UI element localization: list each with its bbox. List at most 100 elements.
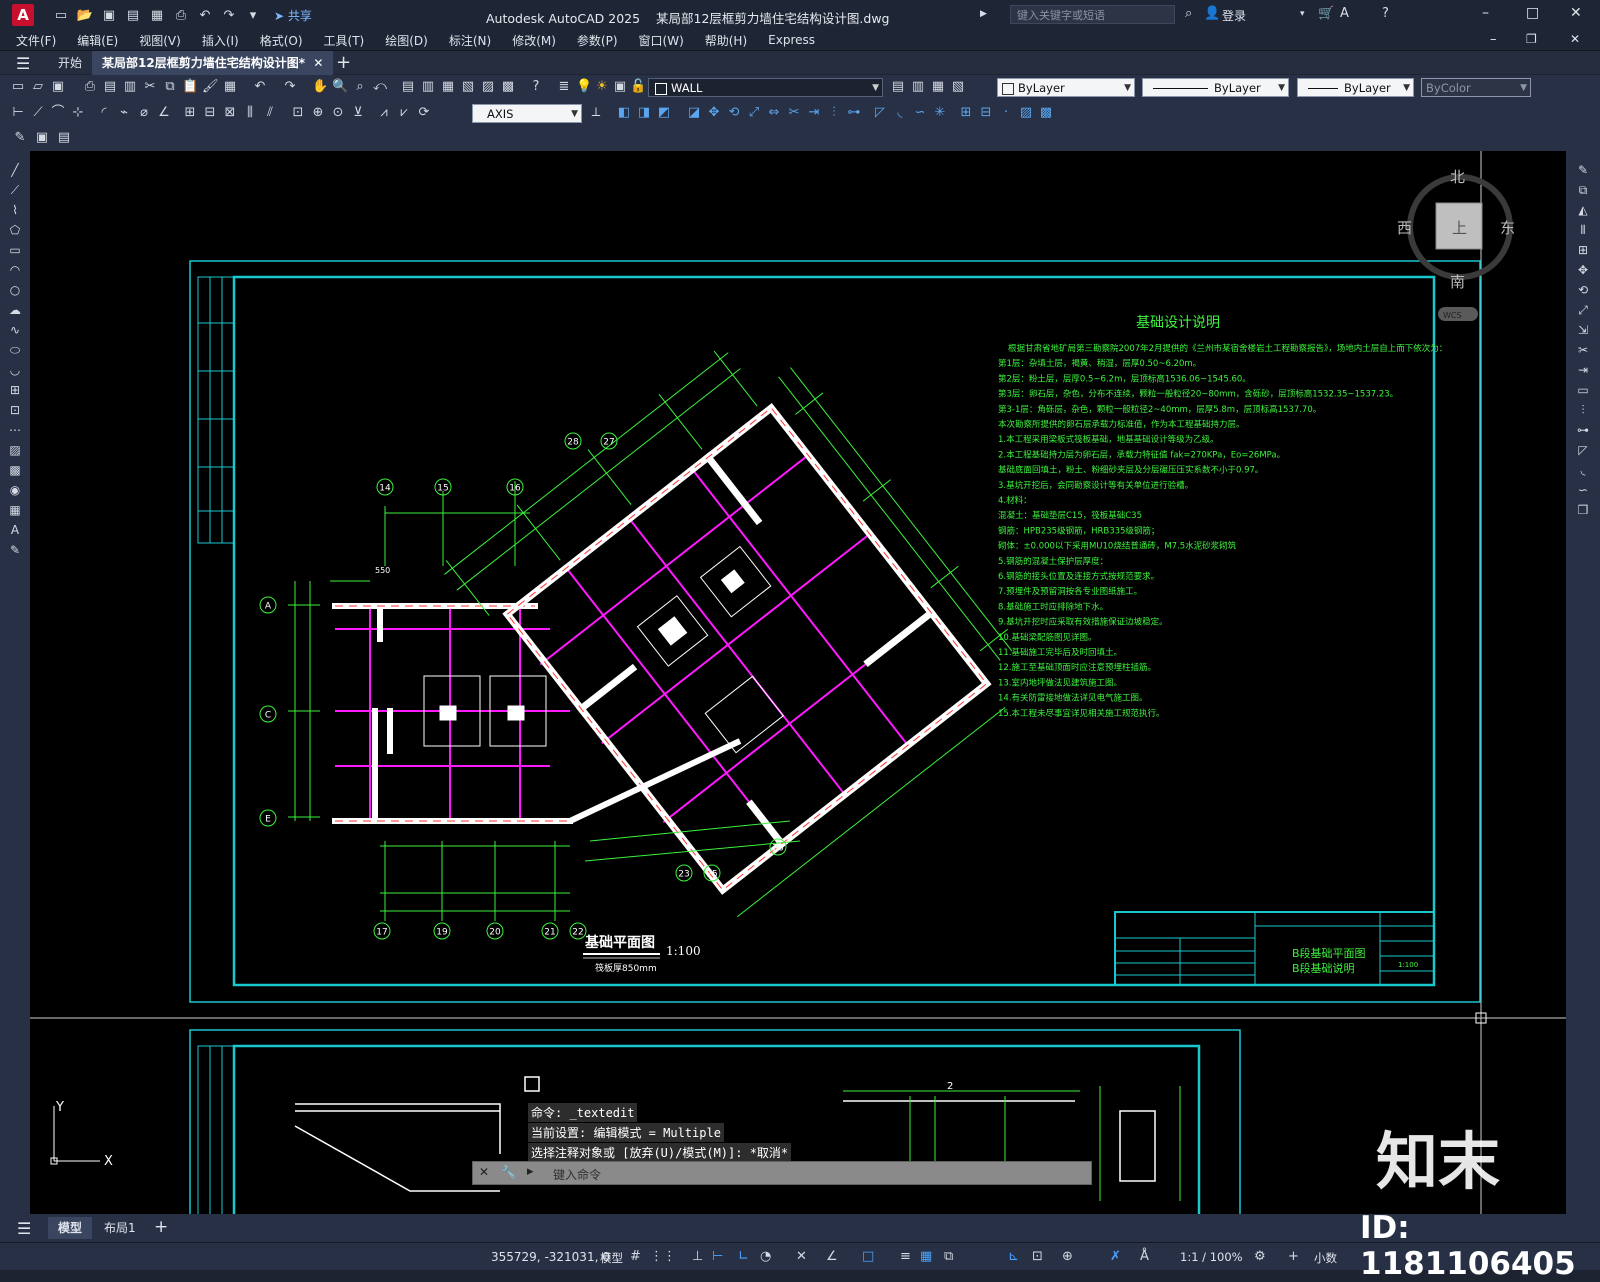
block-editor-icon[interactable]: ▦ (222, 79, 238, 95)
paste-icon[interactable]: 📋 (182, 79, 198, 95)
spline-icon[interactable]: ∿ (8, 323, 22, 337)
arc-icon[interactable]: ◠ (8, 263, 22, 277)
menu-hamburger-icon[interactable]: ☰ (16, 54, 30, 73)
maximize-icon[interactable]: □ (1526, 5, 1539, 21)
publish-icon[interactable]: ▥ (122, 79, 138, 95)
reference-close-icon[interactable]: ▣ (34, 130, 50, 146)
table-icon[interactable]: ▦ (8, 503, 22, 517)
annotation-scale[interactable]: 1:1 / 100% (1180, 1250, 1243, 1264)
rotate-icon[interactable]: ⟲ (726, 105, 742, 121)
dimtedit-icon[interactable]: ⩗ (396, 105, 412, 121)
menu-edit[interactable]: 编辑(E) (77, 32, 118, 49)
jogged-icon[interactable]: ⌁ (116, 105, 132, 121)
edit-reference-icon[interactable]: ✎ (12, 130, 28, 146)
design-center-icon[interactable]: ▥ (420, 79, 436, 95)
search-icon[interactable]: ⌕ (1185, 6, 1192, 21)
scale-icon[interactable]: ⤢ (1576, 303, 1590, 317)
coordinate-readout[interactable]: 355729, -321031, 0 (491, 1250, 610, 1264)
insert-block-icon[interactable]: ⊞ (958, 105, 974, 121)
layer-freeze-icon[interactable]: ☀ (594, 79, 610, 95)
calculator-icon[interactable]: ▩ (500, 79, 516, 95)
lineweight-icon[interactable]: ≡ (900, 1249, 911, 1264)
viewcube-west[interactable]: 西 (1397, 219, 1412, 237)
stretch-icon[interactable]: ⇲ (1576, 323, 1590, 337)
annotation-visibility-icon[interactable]: ✗ (1110, 1249, 1121, 1264)
properties-icon[interactable]: ▤ (400, 79, 416, 95)
menu-draw[interactable]: 绘图(D) (385, 32, 428, 49)
color-dropdown[interactable]: ByLayer ▼ (997, 78, 1135, 97)
open-icon[interactable]: ▱ (30, 79, 46, 95)
tolerance-icon[interactable]: ⊡ (290, 105, 306, 121)
ellipse-icon[interactable]: ⬭ (8, 343, 22, 357)
login-dropdown-icon[interactable]: ▾ (1300, 9, 1305, 19)
diameter-icon[interactable]: ⌀ (136, 105, 152, 121)
layer-state-icon[interactable]: ▦ (930, 79, 946, 95)
make-block-icon[interactable]: ⊟ (978, 105, 994, 121)
ellipse-arc-icon[interactable]: ◡ (8, 363, 22, 377)
blend-icon[interactable]: ∽ (1576, 483, 1590, 497)
dynamic-input-icon[interactable]: ⊢ (712, 1249, 723, 1264)
baseline-icon[interactable]: ⊟ (202, 105, 218, 121)
menu-express[interactable]: Express (768, 33, 815, 47)
share-button[interactable]: ➤ 共享 (274, 7, 312, 24)
tool-palettes-icon[interactable]: ▦ (440, 79, 456, 95)
jogged-linear-icon[interactable]: ⊻ (350, 105, 366, 121)
plot-icon[interactable]: ⎙ (82, 79, 98, 95)
units-dropdown[interactable]: 小数 (1314, 1250, 1337, 1266)
rotate-icon[interactable]: ⟲ (1576, 283, 1590, 297)
mtext-icon[interactable]: A (8, 523, 22, 537)
construction-line-icon[interactable]: ⟋ (8, 183, 22, 197)
layer-dropdown[interactable]: WALL ▼ (648, 78, 883, 97)
search-input[interactable]: 键入关键字或短语 (1010, 5, 1175, 24)
doc-close-icon[interactable]: ✕ (1570, 32, 1580, 46)
circle-icon[interactable]: ○ (8, 283, 22, 297)
gradient-icon[interactable]: ▩ (8, 463, 22, 477)
angular-icon[interactable]: ∠ (156, 105, 172, 121)
menu-modify[interactable]: 修改(M) (512, 32, 556, 49)
view-cube[interactable]: 上 北 南 东 西 WCS (1397, 168, 1515, 321)
markup-icon[interactable]: ▨ (480, 79, 496, 95)
chamfer-icon[interactable]: ◸ (872, 105, 888, 121)
grid-icon[interactable]: # (630, 1249, 641, 1264)
layer-previous-icon[interactable]: ▥ (910, 79, 926, 95)
viewcube-north[interactable]: 北 (1450, 168, 1465, 186)
ortho-icon[interactable]: ∟ (738, 1249, 749, 1264)
dynamic-ucs-icon[interactable]: ⊾ (1008, 1249, 1019, 1264)
xref-icon[interactable]: ▤ (56, 130, 72, 146)
add-layout-icon[interactable]: + (154, 1217, 168, 1237)
offset-icon[interactable]: ⫴ (1576, 223, 1590, 237)
stretch-icon[interactable]: ⇔ (766, 105, 782, 121)
gradient-icon[interactable]: ▩ (1038, 105, 1054, 121)
hatch-icon[interactable]: ▨ (1018, 105, 1034, 121)
snap-icon[interactable]: ⋮⋮ (650, 1249, 676, 1264)
join-icon[interactable]: ⊶ (1576, 423, 1590, 437)
trim-icon[interactable]: ✂ (1576, 343, 1590, 357)
help-icon[interactable]: ? (528, 79, 544, 95)
doc-minimize-icon[interactable]: – (1490, 32, 1497, 47)
drawing-canvas[interactable]: B段基础平面图 B段基础说明 1:100 基础设计说明 根据甘肃省地矿局第三勘察… (30, 151, 1566, 1214)
new-file-icon[interactable]: ▭ (52, 7, 70, 23)
hatch-icon[interactable]: ▨ (8, 443, 22, 457)
plot-preview-icon[interactable]: ▤ (102, 79, 118, 95)
menu-window[interactable]: 窗口(W) (639, 32, 684, 49)
cut-icon[interactable]: ✂ (142, 79, 158, 95)
zoom-realtime-icon[interactable]: 🔍 (332, 79, 348, 95)
auto-scale-icon[interactable]: Å (1140, 1249, 1149, 1264)
help-icon[interactable]: ? (1382, 6, 1389, 21)
save-icon[interactable]: ▣ (100, 7, 118, 23)
selection-cycling-icon[interactable]: ⧉ (944, 1249, 953, 1264)
dimension-update-icon[interactable]: ⟳ (416, 105, 432, 121)
infer-constraints-icon[interactable]: ⊥ (692, 1249, 703, 1264)
region-icon[interactable]: ◉ (8, 483, 22, 497)
dimension-break-icon[interactable]: ⫽ (262, 105, 278, 121)
trim-icon[interactable]: ✂ (786, 105, 802, 121)
menu-view[interactable]: 视图(V) (139, 32, 181, 49)
doc-restore-icon[interactable]: ❐ (1526, 32, 1537, 46)
undo-icon[interactable]: ↶ (196, 7, 214, 23)
selection-filter-icon[interactable]: ⊡ (1032, 1249, 1043, 1264)
tab-close-icon[interactable]: ✕ (313, 56, 323, 70)
blend-icon[interactable]: ∽ (912, 105, 928, 121)
close-icon[interactable]: ✕ (1570, 5, 1582, 21)
redo-icon[interactable]: ↷ (282, 79, 298, 95)
polyline-icon[interactable]: ⌇ (8, 203, 22, 217)
